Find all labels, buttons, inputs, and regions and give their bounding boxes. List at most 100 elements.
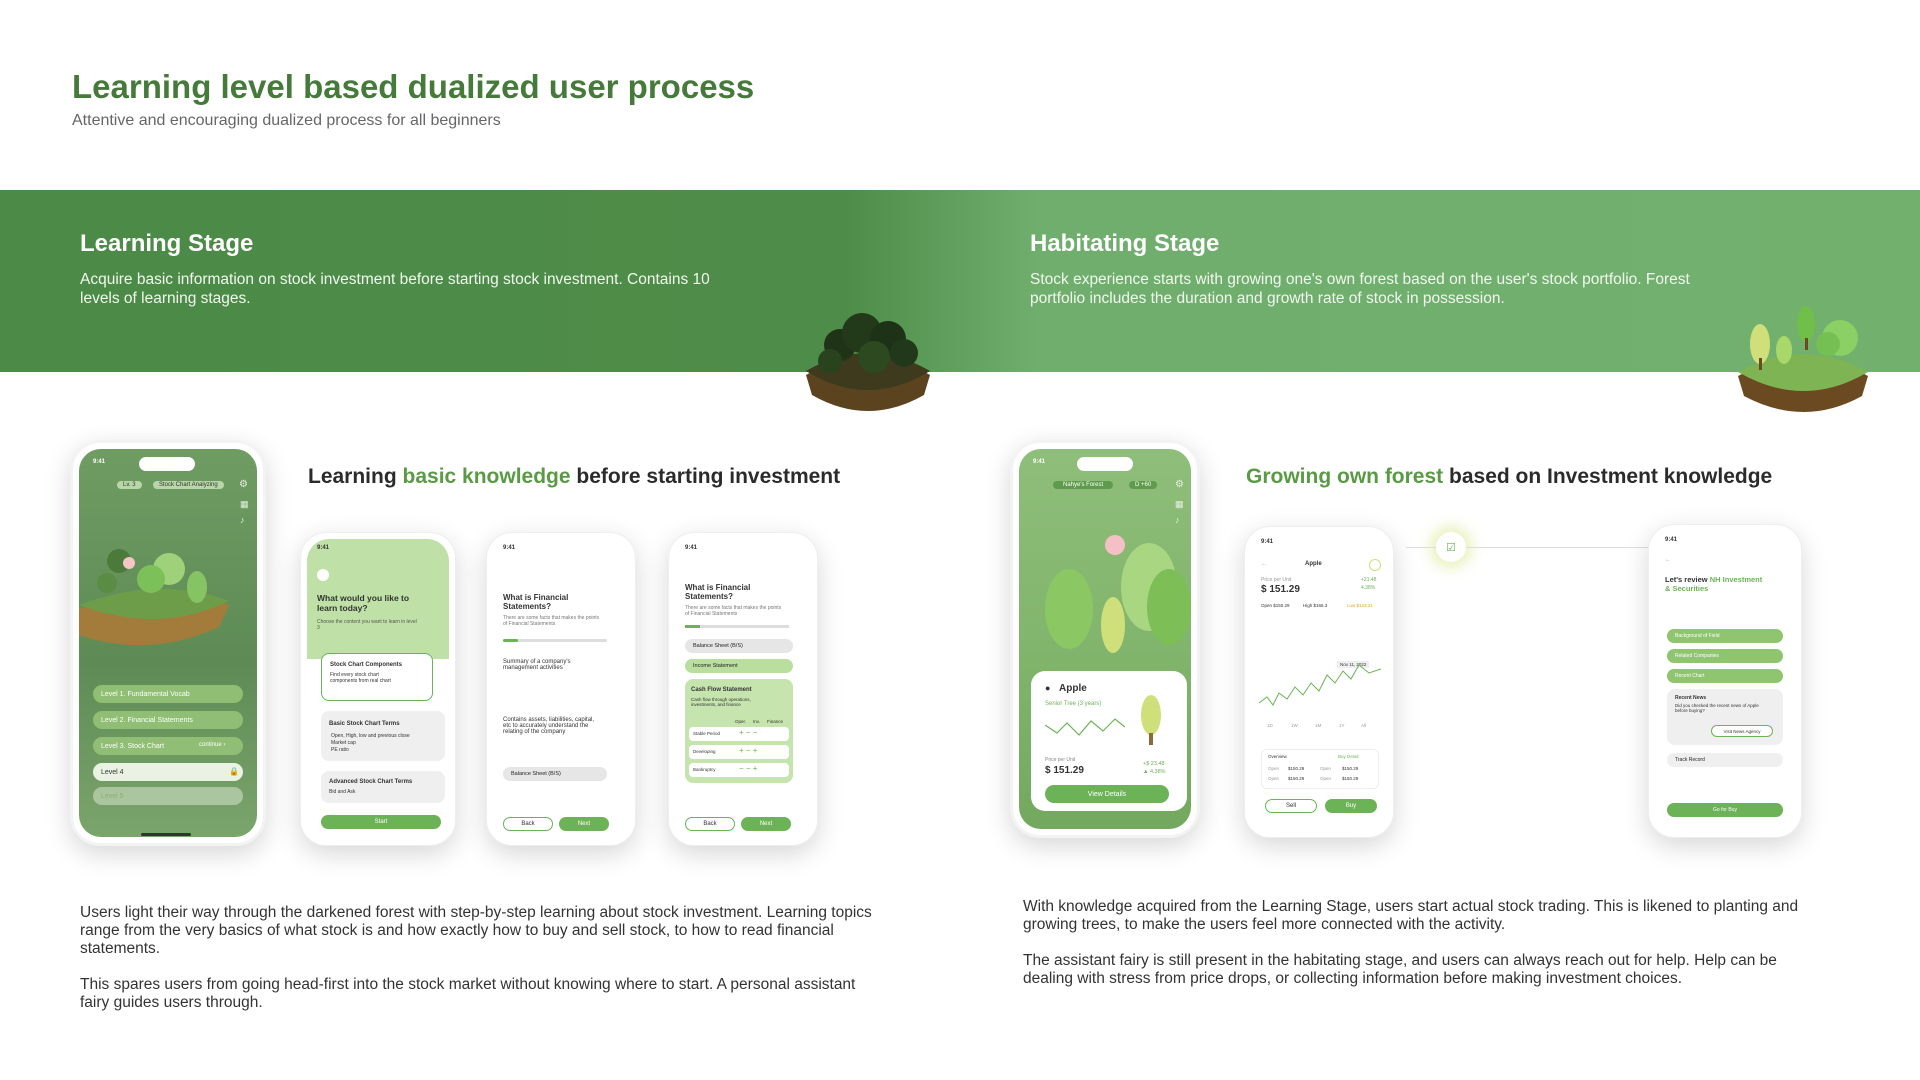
plus-icon[interactable]: + − − bbox=[739, 728, 757, 737]
bright-forest-island-icon bbox=[1738, 306, 1868, 412]
plus-icon[interactable]: + − + bbox=[739, 746, 757, 755]
news-text: Did you checked the recent news of Apple… bbox=[1675, 703, 1759, 713]
review-item-1[interactable]: Background of Field bbox=[1667, 629, 1783, 643]
cash-flow-card[interactable]: Cash Flow Statement Cash flow through op… bbox=[685, 679, 793, 783]
next-button[interactable]: Next bbox=[559, 817, 609, 831]
points-badge: D +60 bbox=[1129, 481, 1158, 489]
review-title: Let's review NH Investment & Securities bbox=[1665, 575, 1765, 593]
review-item-2[interactable]: Related Companies bbox=[1667, 649, 1783, 663]
card3-text: Bid and Ask bbox=[329, 789, 356, 795]
bell-icon[interactable]: ♪ bbox=[1175, 515, 1180, 525]
calendar-icon[interactable]: ▦ bbox=[240, 499, 249, 510]
sell-button[interactable]: Sell bbox=[1265, 799, 1317, 813]
answer-option[interactable]: Balance Sheet (B/S) bbox=[503, 767, 607, 781]
gear-icon[interactable]: ⚙ bbox=[239, 479, 248, 490]
bell-icon[interactable]: ♪ bbox=[240, 515, 245, 525]
dynamic-island bbox=[1077, 457, 1133, 471]
back-button[interactable]: Back bbox=[503, 817, 553, 831]
page-title: Learning level based dualized user proce… bbox=[72, 68, 755, 105]
row-value: $150.29 bbox=[1288, 776, 1305, 781]
learning-stage-title: Learning Stage bbox=[80, 230, 254, 257]
dark-forest-island-icon bbox=[806, 313, 930, 411]
topic-card-2[interactable]: Basic Stock Chart Terms Open, High, low … bbox=[321, 711, 445, 761]
tree-badge-icon[interactable] bbox=[1369, 559, 1381, 571]
option-balance-sheet[interactable]: Balance Sheet (B/S) bbox=[685, 639, 793, 653]
next-button[interactable]: Next bbox=[741, 817, 791, 831]
continue-link[interactable]: continue › bbox=[199, 742, 225, 748]
learning-quiz-phone: 9:41 What is Financial Statements? There… bbox=[486, 532, 636, 846]
card1-text: Find every stock chart components from r… bbox=[330, 672, 391, 684]
track-record-item[interactable]: Track Record bbox=[1667, 753, 1783, 767]
quiz-title: What is Financial Statements? bbox=[503, 593, 569, 611]
buy-detail-title: Buy Detail bbox=[1338, 754, 1359, 759]
gear-icon[interactable]: ⚙ bbox=[1175, 479, 1184, 490]
price-value: $ 151.29 bbox=[1261, 584, 1300, 595]
learning-table-phone: 9:41 What is Financial Statements? There… bbox=[668, 532, 818, 846]
review-phone: 9:41 ← Let's review NH Investment & Secu… bbox=[1648, 524, 1802, 838]
level-3-label: Level 3. Stock Chart bbox=[101, 742, 165, 750]
option-income-statement[interactable]: Income Statement bbox=[685, 659, 793, 673]
stat-high: High $166.3 bbox=[1303, 603, 1328, 608]
habitating-stage-title: Habitating Stage bbox=[1030, 230, 1220, 257]
lock-icon: 🔒 bbox=[229, 767, 239, 776]
range-tab[interactable]: All bbox=[1361, 723, 1366, 728]
topic-question: What would you like to learn today? bbox=[317, 593, 410, 613]
row-label: Open bbox=[1320, 766, 1332, 771]
table-title: What is Financial Statements? bbox=[685, 583, 751, 601]
stat-low: Low $123.21 bbox=[1347, 603, 1373, 608]
forest-badge[interactable]: Nahye's Forest bbox=[1053, 481, 1114, 489]
row-value: $150.29 bbox=[1342, 776, 1359, 781]
mode-badge[interactable]: Stock Chart Analyzing bbox=[153, 481, 224, 489]
level-1-item[interactable]: Level 1. Fundamental Vocab bbox=[93, 685, 243, 703]
learning-paragraph-2: This spares users from going head-first … bbox=[80, 976, 856, 1011]
buy-button[interactable]: Buy bbox=[1325, 799, 1377, 813]
review-title-pre: Let's review bbox=[1665, 575, 1710, 584]
habitating-paragraph-2: The assistant fairy is still present in … bbox=[1023, 952, 1777, 987]
topic-card-1[interactable]: Stock Chart Components Find every stock … bbox=[321, 653, 433, 701]
news-title: Recent News bbox=[1675, 695, 1707, 701]
price-value: $ 151.29 bbox=[1045, 765, 1084, 776]
stat-open: Open $150.29 bbox=[1261, 603, 1290, 608]
status-time: 9:41 bbox=[685, 545, 698, 551]
table-row: Bankruptcy − − + bbox=[689, 763, 789, 777]
view-details-button[interactable]: View Details bbox=[1045, 785, 1169, 803]
learning-section-heading: Learning basic knowledge before starting… bbox=[308, 465, 840, 489]
range-tab[interactable]: 1D bbox=[1267, 723, 1273, 728]
range-tab[interactable]: 1M bbox=[1315, 723, 1321, 728]
calendar-icon[interactable]: ▦ bbox=[1175, 499, 1184, 510]
level-2-item[interactable]: Level 2. Financial Statements bbox=[93, 711, 243, 729]
level-badge: Lv. 3 bbox=[117, 481, 142, 489]
price-change-pct: 4.38% bbox=[1361, 585, 1376, 591]
start-button[interactable]: Start bbox=[321, 815, 441, 829]
minus-icon[interactable]: − − + bbox=[739, 764, 757, 773]
quiz-question-1: Summary of a company's management activi… bbox=[503, 659, 571, 671]
progress-fill bbox=[685, 625, 700, 628]
tree-label: Senior Tree (3 years) bbox=[1045, 701, 1102, 707]
tree-icon bbox=[1141, 695, 1161, 745]
cash-flow-title: Cash Flow Statement bbox=[691, 687, 752, 693]
back-button[interactable]: Back bbox=[685, 817, 735, 831]
range-tab[interactable]: 1Y bbox=[1339, 723, 1345, 728]
progress-track bbox=[503, 639, 607, 642]
topic-card-3[interactable]: Advanced Stock Chart Terms Bid and Ask bbox=[321, 771, 445, 803]
back-icon[interactable] bbox=[317, 569, 329, 581]
home-indicator bbox=[141, 833, 191, 836]
range-tab[interactable]: 1W bbox=[1291, 723, 1298, 728]
level-4-label: Level 4 bbox=[101, 768, 124, 776]
price-change: +$ 23.48 bbox=[1143, 761, 1165, 767]
go-for-buy-button[interactable]: Go for Buy bbox=[1667, 803, 1783, 817]
row-label: Open bbox=[1320, 776, 1332, 781]
overview-table: Overview Buy Detail Open $150.29 Open $1… bbox=[1261, 749, 1379, 789]
back-icon[interactable]: ← bbox=[1665, 557, 1671, 563]
row-label: Open bbox=[1268, 776, 1280, 781]
stock-card[interactable]: ● Apple Senior Tree (3 years) Price per … bbox=[1031, 671, 1187, 811]
card2-item: Open, High, low and previous close bbox=[331, 733, 410, 739]
review-item-3[interactable]: Recent Chart bbox=[1667, 669, 1783, 683]
learning-home-phone: 9:41 Lv. 3 Stock Chart Analyzing ⚙ ▦ ♪ L… bbox=[70, 440, 266, 846]
card2-title: Basic Stock Chart Terms bbox=[329, 721, 400, 727]
table-hint: There are some facts that makes the poin… bbox=[685, 605, 782, 617]
back-icon[interactable]: ← bbox=[1261, 561, 1267, 567]
row-label: Stable Period bbox=[693, 731, 721, 736]
visit-news-button[interactable]: Visit News Agency bbox=[1711, 725, 1773, 737]
level-3-item[interactable]: Level 3. Stock Chart continue › bbox=[93, 737, 243, 755]
